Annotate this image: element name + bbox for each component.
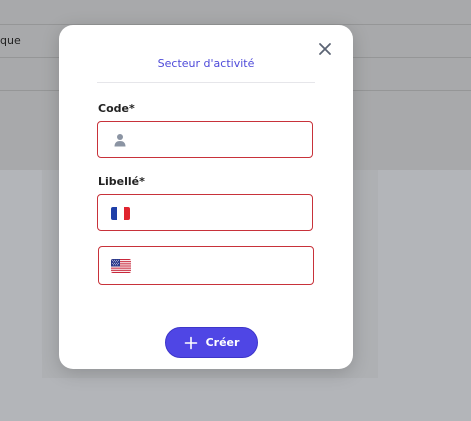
libelle-label: Libellé* xyxy=(98,175,145,188)
code-input[interactable] xyxy=(138,130,307,152)
libelle-en-field[interactable] xyxy=(98,246,314,285)
title-divider xyxy=(97,82,315,83)
code-field[interactable] xyxy=(97,121,313,158)
close-icon xyxy=(319,43,331,55)
table-cell: que xyxy=(0,34,21,47)
user-icon xyxy=(114,134,126,147)
flag-usa-icon xyxy=(111,259,131,273)
sector-dialog: Secteur d'activité Code* Libellé* Créer xyxy=(59,25,353,369)
libelle-fr-field[interactable] xyxy=(97,194,313,231)
create-button-label: Créer xyxy=(205,336,240,349)
create-button[interactable]: Créer xyxy=(165,327,258,358)
close-button[interactable] xyxy=(317,41,333,57)
dialog-title: Secteur d'activité xyxy=(157,57,255,70)
code-label: Code* xyxy=(98,102,135,115)
plus-icon xyxy=(184,336,197,349)
libelle-fr-input[interactable] xyxy=(138,203,307,225)
flag-france-icon xyxy=(111,207,130,220)
libelle-en-input[interactable] xyxy=(139,255,308,277)
